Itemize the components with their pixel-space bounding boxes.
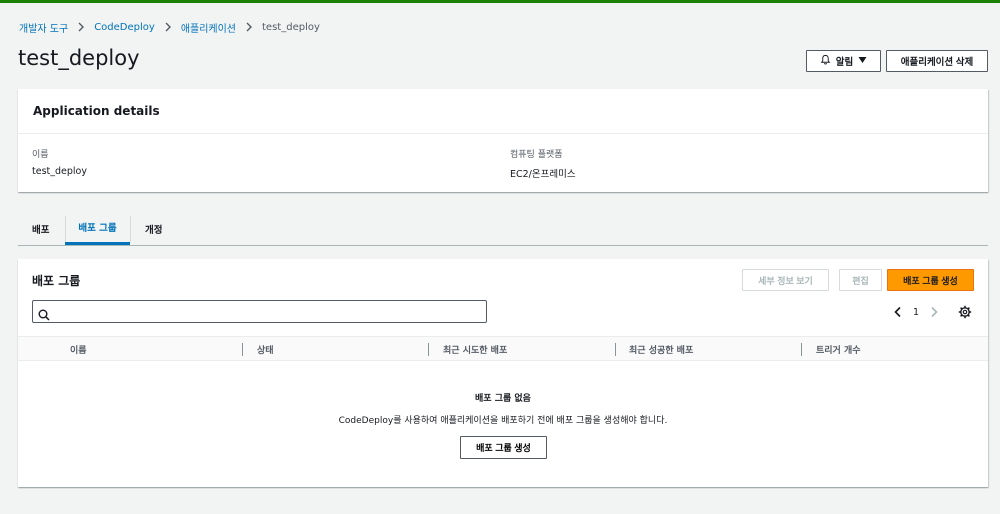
tab-deployments[interactable]: 배포 [32, 212, 49, 246]
breadcrumb: 개발자 도구 CodeDeploy 애플리케이션 test_deploy [19, 19, 320, 35]
edit-button[interactable]: 편집 [839, 269, 882, 291]
column-status[interactable]: 상태 [257, 343, 274, 356]
tab-bar: 배포 배포 그룹 개정 [18, 212, 988, 246]
column-trigger-count[interactable]: 트리거 개수 [816, 343, 861, 356]
pagination: 1 [893, 305, 939, 319]
deployment-groups-panel: 배포 그룹 세부 정보 보기 편집 배포 그룹 생성 1 이름 상태 최근 시도… [18, 259, 988, 487]
create-deployment-group-button[interactable]: 배포 그룹 생성 [887, 269, 974, 291]
column-divider[interactable] [801, 343, 802, 356]
column-last-successful[interactable]: 최근 성공한 배포 [629, 343, 693, 356]
chevron-right-icon [244, 22, 254, 32]
column-divider[interactable] [242, 343, 243, 356]
search-box [32, 300, 487, 323]
application-details-panel: Application details 이름 test_deploy 컴퓨팅 플… [18, 89, 988, 192]
notify-label: 알림 [835, 57, 854, 68]
chevron-left-icon[interactable] [893, 306, 903, 318]
caret-down-icon [858, 56, 867, 67]
application-details-title: Application details [18, 89, 988, 134]
search-icon [38, 306, 50, 325]
empty-create-deployment-group-button[interactable]: 배포 그룹 생성 [460, 436, 547, 459]
deployment-groups-title: 배포 그룹 [32, 274, 81, 288]
column-last-attempted[interactable]: 최근 시도한 배포 [443, 343, 507, 356]
view-details-button[interactable]: 세부 정보 보기 [742, 269, 829, 291]
tab-deployment-groups[interactable]: 배포 그룹 [65, 212, 130, 245]
column-divider[interactable] [428, 343, 429, 356]
tab-divider [130, 216, 131, 242]
platform-label: 컴퓨팅 플랫폼 [510, 150, 563, 160]
breadcrumb-applications[interactable]: 애플리케이션 [181, 20, 236, 35]
empty-state-description: CodeDeploy를 사용하여 애플리케이션을 배포하기 전에 배포 그룹을 … [338, 416, 668, 426]
search-input[interactable] [53, 303, 478, 320]
table-header: 이름 상태 최근 시도한 배포 최근 성공한 배포 트리거 개수 [18, 336, 988, 361]
tab-revisions[interactable]: 개정 [145, 212, 162, 246]
chevron-right-icon[interactable] [929, 306, 939, 318]
empty-state-title: 배포 그룹 없음 [475, 394, 531, 404]
platform-value: EC2/온프레미스 [510, 169, 576, 180]
page-title: test_deploy [18, 46, 140, 70]
bell-icon [820, 54, 831, 68]
notify-button[interactable]: 알림 [806, 50, 881, 72]
name-value: test_deploy [32, 166, 87, 177]
breadcrumb-codedeploy[interactable]: CodeDeploy [94, 22, 155, 33]
chevron-right-icon [163, 22, 173, 32]
top-status-bar [0, 0, 1000, 3]
breadcrumb-current: test_deploy [262, 21, 320, 33]
page-number[interactable]: 1 [913, 307, 919, 318]
column-divider[interactable] [615, 343, 616, 356]
chevron-right-icon [76, 22, 86, 32]
gear-icon[interactable] [958, 304, 972, 323]
name-label: 이름 [32, 150, 49, 160]
delete-application-button[interactable]: 애플리케이션 삭제 [886, 50, 988, 72]
column-name[interactable]: 이름 [70, 343, 87, 356]
breadcrumb-developer-tools[interactable]: 개발자 도구 [19, 20, 68, 35]
